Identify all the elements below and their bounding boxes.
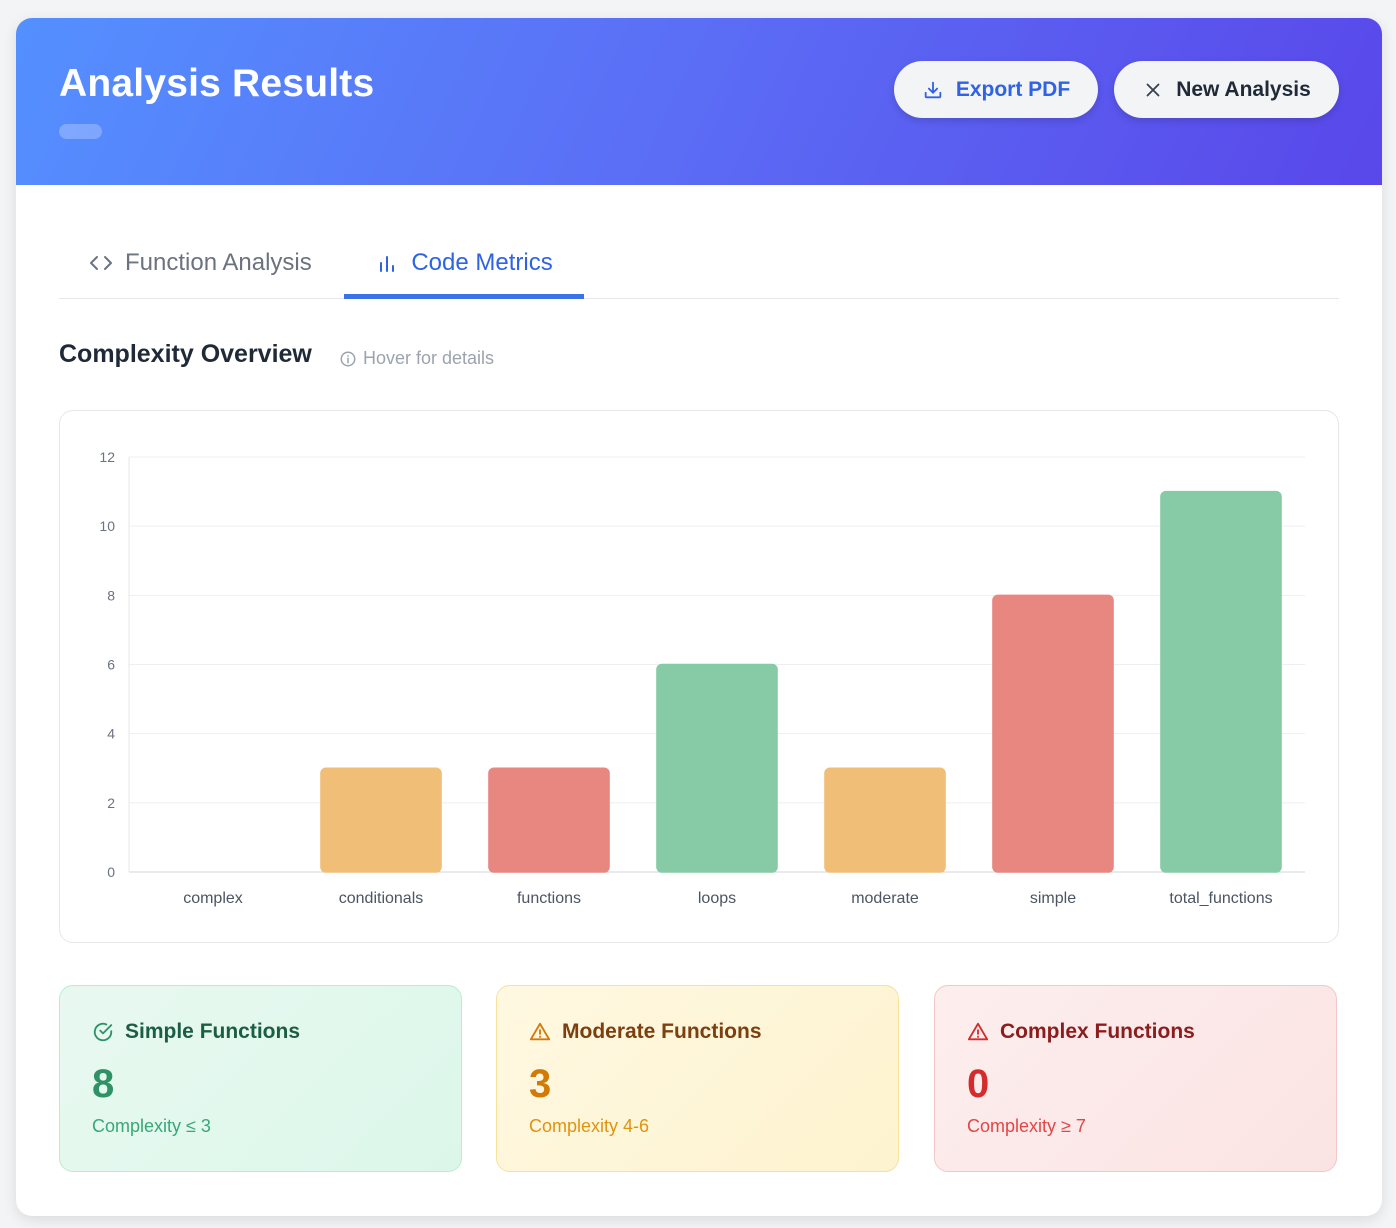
y-tick-label: 2 <box>107 795 115 811</box>
results-card: Analysis Results Export PDF New Analysis <box>16 18 1382 1216</box>
complex-functions-title: Complex Functions <box>1000 1020 1195 1043</box>
page-title: Analysis Results <box>59 62 375 105</box>
tab-code-metrics-label: Code Metrics <box>411 249 553 276</box>
warning-icon <box>967 1021 989 1043</box>
simple-functions-note: Complexity ≤ 3 <box>92 1116 211 1136</box>
y-tick-label: 4 <box>107 726 115 742</box>
simple-functions-card: Simple Functions 8 Complexity ≤ 3 <box>59 985 462 1172</box>
code-icon <box>89 251 113 275</box>
y-tick-label: 8 <box>107 587 115 603</box>
new-analysis-button[interactable]: New Analysis <box>1114 61 1339 118</box>
export-pdf-label: Export PDF <box>955 77 1071 101</box>
bar-simple[interactable] <box>992 594 1114 873</box>
bar-conditionals[interactable] <box>320 767 442 873</box>
subtitle-placeholder <box>59 124 102 139</box>
tab-code-metrics[interactable]: Code Metrics <box>344 232 584 299</box>
x-tick-label: simple <box>1030 890 1076 907</box>
tab-bar: Function Analysis Code Metrics <box>59 232 1339 299</box>
complex-functions-card: Complex Functions 0 Complexity ≥ 7 <box>934 985 1337 1172</box>
export-pdf-button[interactable]: Export PDF <box>894 61 1098 118</box>
tab-function-analysis-label: Function Analysis <box>125 249 312 276</box>
bar-total_functions[interactable] <box>1160 490 1282 873</box>
y-tick-label: 6 <box>107 657 115 673</box>
simple-functions-header: Simple Functions <box>92 1020 300 1044</box>
hover-hint-text: Hover for details <box>363 348 495 368</box>
moderate-functions-note: Complexity 4-6 <box>529 1116 650 1136</box>
complex-functions-count: 0 <box>967 1062 990 1106</box>
x-tick-label: loops <box>698 890 736 907</box>
info-icon <box>339 350 357 368</box>
y-tick-label: 0 <box>107 864 115 880</box>
header-banner: Analysis Results Export PDF New Analysis <box>16 18 1382 185</box>
x-tick-label: complex <box>183 890 243 907</box>
x-tick-label: total_functions <box>1169 890 1272 907</box>
simple-functions-title: Simple Functions <box>125 1020 301 1043</box>
bar-moderate[interactable] <box>824 767 946 873</box>
complex-functions-note: Complexity ≥ 7 <box>967 1116 1086 1136</box>
tab-function-analysis[interactable]: Function Analysis <box>89 232 312 294</box>
complexity-bar-chart[interactable]: 0 2 4 6 8 10 12 complex conditionals functions loo… <box>60 411 1338 942</box>
moderate-functions-title: Moderate Functions <box>562 1020 762 1043</box>
x-tick-label: moderate <box>851 890 919 907</box>
bar-functions[interactable] <box>488 767 610 873</box>
x-tick-label: conditionals <box>339 890 424 907</box>
hover-hint: Hover for details <box>339 348 494 369</box>
chart-container: 0 2 4 6 8 10 12 complex conditionals functions loo… <box>59 410 1339 943</box>
new-analysis-label: New Analysis <box>1176 77 1311 101</box>
bar-chart-icon <box>375 251 399 275</box>
moderate-functions-count: 3 <box>529 1062 552 1106</box>
warning-icon <box>529 1021 551 1043</box>
y-tick-label: 12 <box>99 449 115 465</box>
download-icon <box>922 79 944 101</box>
check-circle-icon <box>92 1021 114 1043</box>
x-tick-label: functions <box>517 890 581 907</box>
simple-functions-count: 8 <box>92 1062 115 1106</box>
complex-functions-header: Complex Functions <box>967 1020 1195 1044</box>
moderate-functions-header: Moderate Functions <box>529 1020 762 1044</box>
moderate-functions-card: Moderate Functions 3 Complexity 4-6 <box>496 985 899 1172</box>
close-icon <box>1142 79 1164 101</box>
section-title: Complexity Overview <box>59 340 312 368</box>
bar-loops[interactable] <box>656 663 778 873</box>
y-tick-label: 10 <box>99 518 115 534</box>
